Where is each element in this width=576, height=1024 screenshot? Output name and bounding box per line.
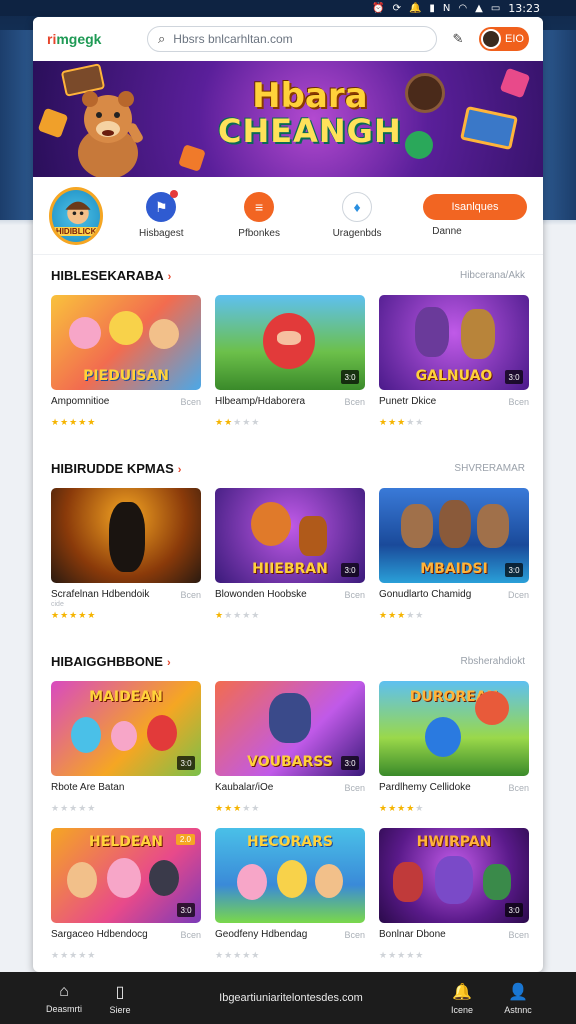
rating-stars: ★★★★★ bbox=[215, 950, 261, 960]
game-card[interactable]: HECORARS Geodfeny Hdbendag Bcen ★★★★★ bbox=[215, 828, 365, 961]
banner-title: Hbara CHEANGH bbox=[218, 76, 402, 150]
game-card[interactable]: 3:0 Hlbeamp/Hdaborera Bcen ★★★★★ bbox=[215, 295, 365, 428]
signal-icon: ▲ bbox=[475, 2, 483, 14]
avatar bbox=[481, 29, 501, 49]
game-card[interactable]: MBAIDSI 3:0 Gonudlarto Chamidg Dcen ★★★★★ bbox=[379, 488, 529, 621]
rating-stars: ★★★★★ bbox=[215, 803, 261, 813]
rating-stars: ★★★★★ bbox=[379, 950, 425, 960]
hero-banner[interactable]: Hbara CHEANGH bbox=[33, 61, 543, 177]
see-all-link[interactable]: Hibcerana/Akk bbox=[460, 270, 525, 281]
category-bar: HIDIBLICK ⚑ Hisbagest ≡ Pfbonkes ♦ Urage… bbox=[33, 177, 543, 255]
rating-stars: ★★★★★ bbox=[215, 417, 261, 427]
logo[interactable]: rimgegk bbox=[47, 31, 137, 47]
cta-button[interactable]: Isanlques bbox=[422, 194, 527, 220]
section-0: HIBLESEKARABA › Hibcerana/Akk PIEDUISAN A… bbox=[33, 255, 543, 428]
game-thumbnail[interactable]: MAIDEAN 3:0 bbox=[51, 681, 201, 776]
game-thumbnail[interactable]: MBAIDSI 3:0 bbox=[379, 488, 529, 583]
game-card[interactable]: GALNUAO 3:0 Punetr Dkice Bcen ★★★★★ bbox=[379, 295, 529, 428]
category-item-1[interactable]: ≡ Pfbonkes bbox=[219, 192, 299, 239]
section-1: HIBIRUDDE KPMAS › SHVRERAMAR Scrafelnan H… bbox=[33, 448, 543, 621]
game-thumbnail[interactable] bbox=[51, 488, 201, 583]
bear-mascot-icon bbox=[78, 91, 143, 177]
alarm-icon: ⏰ bbox=[372, 2, 385, 14]
notification-icon: 🔔 bbox=[408, 2, 422, 14]
game-card[interactable]: Scrafelnan Hdbendoik Bcen cide ★★★★★ bbox=[51, 488, 201, 621]
url-text[interactable]: Ibgeartiuniaritelontesdes.com bbox=[148, 992, 434, 1004]
game-thumbnail[interactable]: DUROREAN bbox=[379, 681, 529, 776]
account-button[interactable]: EIO bbox=[479, 27, 529, 51]
game-thumbnail[interactable]: HIIEBRAN 3:0 bbox=[215, 488, 365, 583]
game-card[interactable]: HWIRPAN 3:0 Bonlnar Dbone Bcen ★★★★★ bbox=[379, 828, 529, 961]
cube-decor bbox=[499, 67, 531, 99]
cube-decor bbox=[178, 144, 206, 172]
status-time: 13:23 bbox=[508, 1, 540, 15]
game-card[interactable]: MAIDEAN 3:0 Rbote Are Batan ★★★★★ bbox=[51, 681, 201, 814]
status-bar: ⏰ ⟳ 🔔 ▮ N ◠ ▲ ▭ 13:23 bbox=[0, 0, 576, 16]
header: rimgegk ⌕ Hbsrs bnlcarhltan.com ✎ EIO bbox=[33, 17, 543, 61]
section-2: HIBAIGGHBBONE › Rbsherahdiokt MAIDEAN 3:0… bbox=[33, 641, 543, 961]
see-all-link[interactable]: SHVRERAMAR bbox=[454, 463, 525, 474]
sync-icon: ⟳ bbox=[392, 2, 401, 14]
game-card[interactable]: HELDEAN 2.0 3:0 Sargaceo Hdbendocg Bcen ★… bbox=[51, 828, 201, 961]
picture-frame-decor bbox=[460, 105, 518, 151]
orb-decor bbox=[405, 131, 433, 159]
rating-stars: ★★★★★ bbox=[379, 610, 425, 620]
phone-icon: ▯ bbox=[115, 983, 125, 1001]
section-title[interactable]: HIBIRUDDE KPMAS › bbox=[51, 461, 181, 476]
search-input[interactable]: ⌕ Hbsrs bnlcarhltan.com bbox=[147, 26, 437, 52]
person-icon: 👤 bbox=[508, 983, 528, 1001]
bottom-nav: ⌂ Deasmrti ▯ Siere Ibgeartiuniaritelonte… bbox=[0, 972, 576, 1024]
see-all-link[interactable]: Rbsherahdiokt bbox=[461, 656, 525, 667]
flag-icon: ⚑ bbox=[146, 190, 179, 222]
burger-icon: ≡ bbox=[244, 192, 275, 222]
category-cta-group: Isanlques Danne bbox=[397, 194, 527, 237]
rating-stars: ★★★★★ bbox=[379, 417, 425, 427]
notification-icon: 🔔 bbox=[452, 983, 472, 1001]
search-placeholder: Hbsrs bnlcarhltan.com bbox=[173, 32, 293, 46]
game-thumbnail[interactable]: GALNUAO 3:0 bbox=[379, 295, 529, 390]
sim-icon: ▮ bbox=[429, 2, 435, 14]
nav-home[interactable]: ⌂ Deasmrti bbox=[36, 983, 92, 1014]
game-card[interactable]: PIEDUISAN Ampomnitioe Bcen ★★★★★ bbox=[51, 295, 201, 428]
featured-category[interactable]: HIDIBLICK bbox=[49, 186, 104, 245]
nav-profile[interactable]: 👤 Astnnc bbox=[490, 982, 546, 1015]
search-icon: ⌕ bbox=[158, 31, 166, 46]
rating-stars: ★★★★★ bbox=[51, 610, 97, 620]
game-thumbnail[interactable]: PIEDUISAN bbox=[51, 295, 201, 390]
nav-notifications[interactable]: 🔔 Icene bbox=[434, 982, 490, 1015]
game-card[interactable]: HIIEBRAN 3:0 Blowonden Hoobske Bcen ★★★★★ bbox=[215, 488, 365, 621]
wifi-icon: ◠ bbox=[458, 2, 468, 14]
section-title[interactable]: HIBAIGGHBBONE › bbox=[51, 654, 171, 669]
rating-stars: ★★★★★ bbox=[379, 803, 425, 813]
game-card[interactable]: VOUBARSS 3:0 Kaubalar/iOe Bcen ★★★★★ bbox=[215, 681, 365, 814]
nav-apps[interactable]: ▯ Siere bbox=[92, 982, 148, 1015]
battery-icon: ▭ bbox=[490, 2, 501, 14]
rating-stars: ★★★★★ bbox=[51, 417, 97, 427]
home-icon: ⌂ bbox=[59, 982, 69, 1000]
app-window: rimgegk ⌕ Hbsrs bnlcarhltan.com ✎ EIO Hb… bbox=[33, 17, 543, 972]
game-card[interactable]: DUROREAN Pardlhemy Cellidoke Bcen ★★★★★ bbox=[379, 681, 529, 814]
cube-decor bbox=[37, 107, 69, 139]
ball-decor bbox=[405, 73, 445, 113]
game-thumbnail[interactable]: HWIRPAN 3:0 bbox=[379, 828, 529, 923]
game-thumbnail[interactable]: HELDEAN 2.0 3:0 bbox=[51, 828, 201, 923]
rating-stars: ★★★★★ bbox=[51, 803, 97, 813]
rating-stars: ★★★★★ bbox=[215, 610, 261, 620]
edit-icon[interactable]: ✎ bbox=[447, 28, 469, 50]
rating-stars: ★★★★★ bbox=[51, 950, 97, 960]
category-item-more[interactable]: Danne bbox=[432, 226, 461, 237]
section-title[interactable]: HIBLESEKARABA › bbox=[51, 268, 171, 283]
bird-icon: ♦ bbox=[342, 192, 373, 222]
game-thumbnail[interactable]: HECORARS bbox=[215, 828, 365, 923]
category-item-0[interactable]: ⚑ Hisbagest bbox=[121, 190, 201, 239]
game-thumbnail[interactable]: VOUBARSS 3:0 bbox=[215, 681, 365, 776]
game-thumbnail[interactable]: 3:0 bbox=[215, 295, 365, 390]
nfc-icon: N bbox=[442, 2, 451, 14]
category-item-2[interactable]: ♦ Uragenbds bbox=[317, 192, 397, 239]
